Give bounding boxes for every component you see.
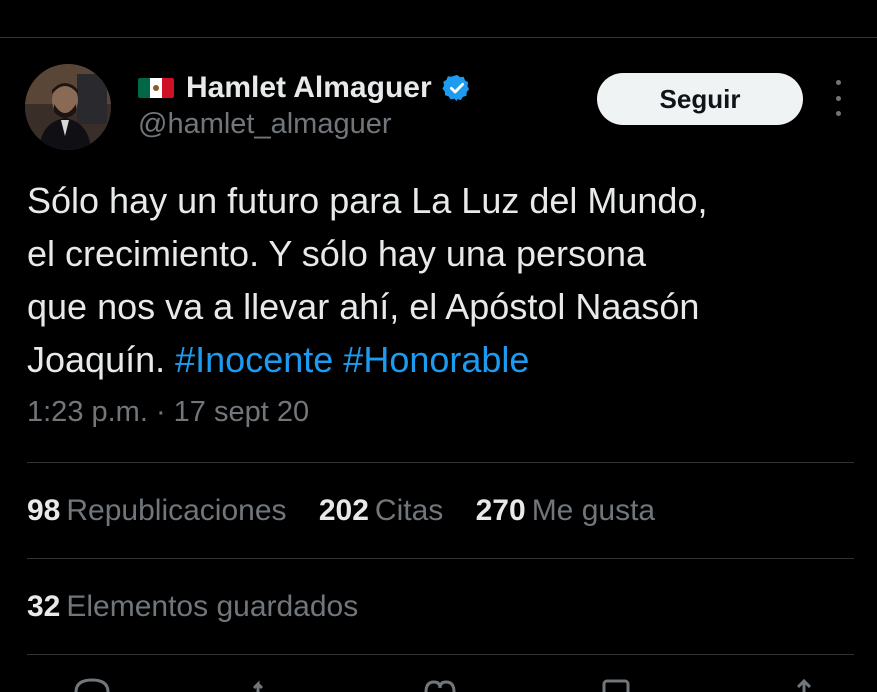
- more-dot: [835, 80, 841, 85]
- more-options-icon[interactable]: [826, 80, 850, 116]
- like-icon[interactable]: [420, 678, 460, 692]
- bookmarks-label: Elementos guardados: [66, 590, 359, 623]
- tweet-text-segment: Joaquín.: [27, 339, 166, 380]
- quotes-count: 202: [318, 494, 369, 527]
- more-dot: [835, 95, 841, 101]
- follow-button[interactable]: Seguir: [597, 73, 803, 125]
- avatar-photo: [25, 64, 111, 150]
- reposts-stat[interactable]: 98 Republicaciones: [27, 494, 287, 528]
- mexico-flag-icon: [138, 78, 174, 98]
- likes-label: Me gusta: [531, 494, 656, 527]
- reposts-label: Republicaciones: [66, 494, 287, 527]
- avatar[interactable]: [25, 64, 111, 150]
- tweet-text-line: Joaquín. #Inocente #Honorable: [27, 333, 857, 386]
- action-bar: [0, 678, 877, 692]
- reply-icon[interactable]: [72, 678, 112, 692]
- hashtag-link[interactable]: #Honorable: [343, 339, 529, 380]
- author-name[interactable]: Hamlet Almaguer: [186, 71, 432, 105]
- repost-icon[interactable]: [248, 678, 288, 692]
- quotes-stat[interactable]: 202 Citas: [319, 494, 443, 528]
- quotes-label: Citas: [374, 494, 444, 527]
- bookmarks-stat[interactable]: 32 Elementos guardados: [27, 590, 358, 624]
- tweet-timestamp[interactable]: 1:23 p.m. · 17 sept 20: [27, 396, 309, 429]
- more-dot: [835, 111, 841, 116]
- likes-count: 270: [475, 494, 526, 527]
- divider: [27, 654, 854, 655]
- author-handle[interactable]: @hamlet_almaguer: [138, 108, 392, 141]
- share-icon[interactable]: [784, 678, 824, 692]
- likes-stat[interactable]: 270 Me gusta: [476, 494, 655, 528]
- bookmarks-count: 32: [27, 590, 61, 623]
- reposts-count: 98: [27, 494, 61, 527]
- divider: [27, 558, 854, 559]
- engagement-stats: 98 Republicaciones 202 Citas 270 Me gusta: [27, 494, 679, 528]
- tweet-text-line: que nos va a llevar ahí, el Apóstol Naas…: [27, 286, 700, 327]
- verified-badge-icon: [442, 73, 472, 103]
- tweet-text-line: el crecimiento. Y sólo hay una persona: [27, 233, 647, 274]
- hashtag-link[interactable]: #Inocente: [175, 339, 333, 380]
- top-divider: [0, 37, 877, 38]
- tweet-text-line: Sólo hay un futuro para La Luz del Mundo…: [27, 180, 708, 221]
- divider: [27, 462, 854, 463]
- tweet-text: Sólo hay un futuro para La Luz del Mundo…: [27, 174, 857, 386]
- author-name-row[interactable]: Hamlet Almaguer: [138, 68, 472, 108]
- bookmark-icon[interactable]: [596, 678, 636, 692]
